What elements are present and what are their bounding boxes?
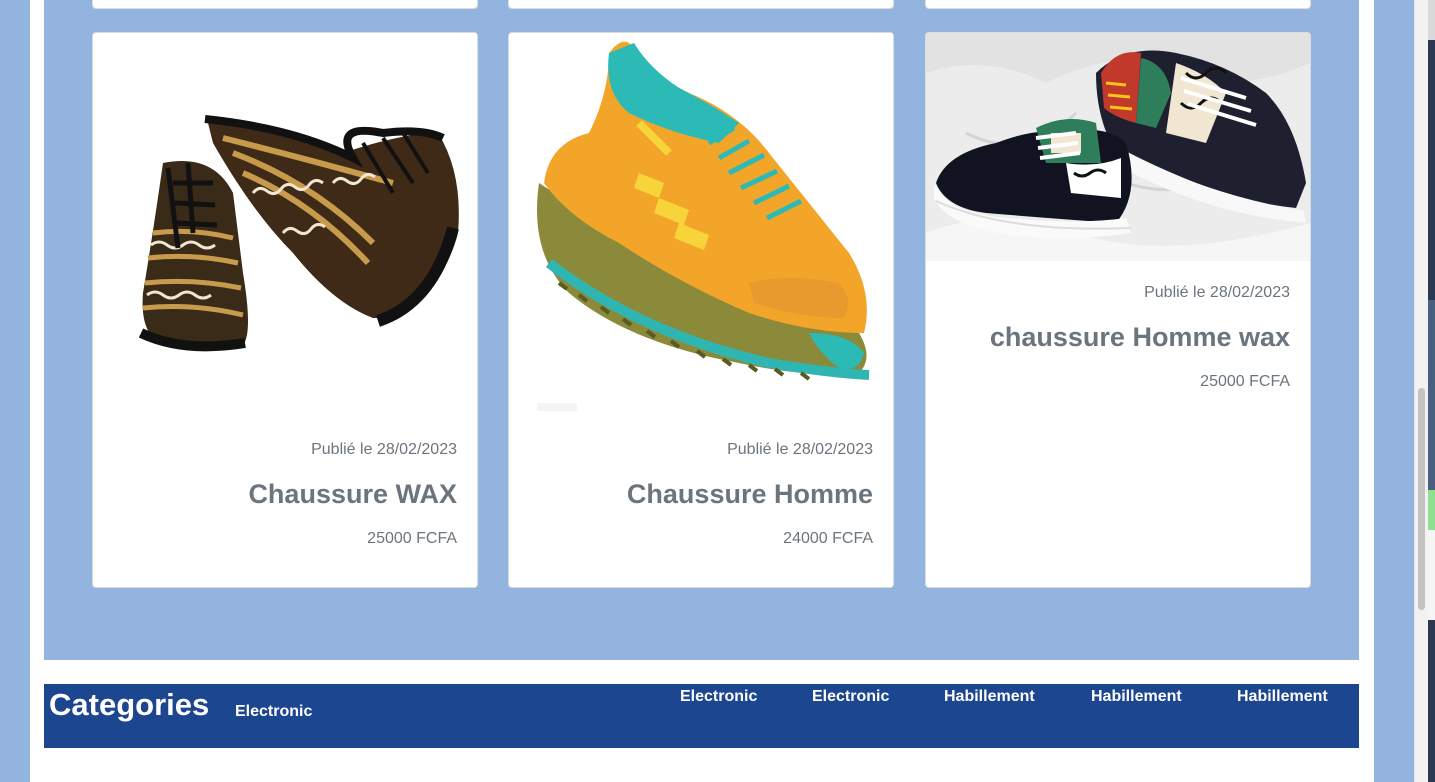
category-link[interactable]: Electronic — [680, 688, 757, 706]
left-margin — [0, 0, 30, 782]
product-card[interactable]: Publié le 28/02/2023 Chaussure WAX 25000… — [92, 32, 478, 588]
product-card[interactable]: Publié le 28/02/2023 chaussure Homme wax… — [925, 32, 1311, 588]
categories-heading: Categories — [49, 687, 210, 722]
product-title[interactable]: Chaussure Homme — [627, 479, 873, 510]
product-card-previous-row — [508, 0, 894, 9]
category-link[interactable]: Habillement — [1091, 688, 1182, 706]
product-card[interactable]: Publié le 28/02/2023 Chaussure Homme 240… — [508, 32, 894, 588]
product-price: 25000 FCFA — [1200, 373, 1290, 390]
product-image-wax-shoe[interactable] — [93, 33, 477, 413]
adjacent-window-edge — [1428, 0, 1435, 782]
scrollbar-thumb[interactable] — [1418, 388, 1425, 610]
category-link[interactable]: Habillement — [1237, 688, 1328, 706]
category-link[interactable]: Electronic — [235, 703, 312, 721]
product-date: Publié le 28/02/2023 — [311, 441, 457, 458]
product-title[interactable]: Chaussure WAX — [248, 479, 457, 510]
product-grid: Publié le 28/02/2023 Chaussure WAX 25000… — [44, 0, 1359, 660]
right-margin — [1374, 0, 1414, 782]
product-price: 25000 FCFA — [367, 530, 457, 547]
product-card-previous-row — [925, 0, 1311, 9]
product-date: Publié le 28/02/2023 — [1144, 284, 1290, 301]
category-link[interactable]: Electronic — [812, 688, 889, 706]
categories-footer: Categories Electronic Electronic Electro… — [44, 684, 1359, 748]
product-price: 24000 FCFA — [783, 530, 873, 547]
product-card-previous-row — [92, 0, 478, 9]
product-image-hoka-shoe[interactable] — [509, 33, 893, 423]
product-image-wax-sneaker[interactable] — [926, 33, 1310, 261]
product-title[interactable]: chaussure Homme wax — [990, 322, 1290, 353]
category-link[interactable]: Habillement — [944, 688, 1035, 706]
product-date: Publié le 28/02/2023 — [727, 441, 873, 458]
page: Publié le 28/02/2023 Chaussure WAX 25000… — [0, 0, 1435, 782]
